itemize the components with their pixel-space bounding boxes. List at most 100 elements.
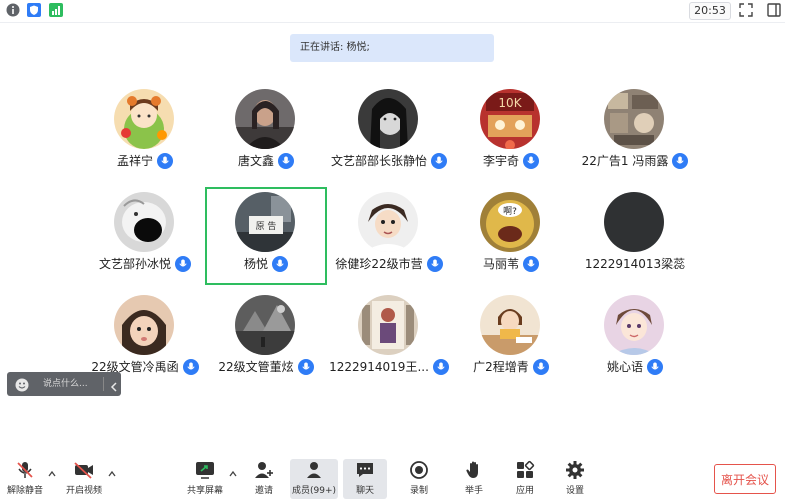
red-poster-avatar: 10K <box>480 89 540 149</box>
participant-name: 1222914013梁蕊 <box>584 257 686 271</box>
add-user-icon <box>252 459 276 481</box>
unmute-label: 解除静音 <box>6 486 43 496</box>
microphone-icon <box>278 152 294 169</box>
participant-name: 22广告1 冯雨露 <box>581 154 669 168</box>
participant-tile[interactable]: 22级文管董炫 <box>205 295 327 393</box>
participant-tile[interactable]: 孟祥宁 <box>84 89 206 187</box>
raise-hand-label: 举手 <box>464 486 483 496</box>
signal-icon[interactable] <box>49 3 63 17</box>
participant-tile[interactable]: 徐健珍22级市营 <box>328 192 450 290</box>
participant-tile-active-speaker[interactable]: 原 告 杨悦 <box>205 187 327 285</box>
settings-button[interactable]: 设置 <box>548 459 602 499</box>
participant-tile[interactable]: 姚心语 <box>574 295 696 393</box>
apps-grid-icon <box>513 459 537 481</box>
microphone-icon <box>431 152 447 169</box>
bw-portrait-avatar <box>358 89 418 149</box>
emoji-face-avatar: 啊? <box>480 192 540 252</box>
meme-face-avatar <box>114 192 174 252</box>
participant-tile[interactable]: 22广告1 冯雨露 <box>574 89 696 187</box>
chat-button[interactable]: 聊天 <box>343 459 387 499</box>
record-button[interactable]: 录制 <box>392 459 446 499</box>
sidebar-toggle-icon[interactable] <box>767 3 781 17</box>
gear-icon <box>563 459 587 481</box>
dark-avatar <box>604 192 664 252</box>
microphone-icon <box>647 358 663 375</box>
settings-label: 设置 <box>565 486 584 496</box>
invite-label: 邀请 <box>254 486 273 496</box>
participant-tile[interactable]: 1222914019王... <box>328 295 450 393</box>
cartoon-boy-avatar <box>358 192 418 252</box>
invite-button[interactable]: 邀请 <box>237 459 291 499</box>
svg-text:10K: 10K <box>498 96 522 110</box>
chat-label: 聊天 <box>355 486 374 496</box>
video-off-icon <box>72 459 96 481</box>
participant-name: 李宇奇 <box>482 154 519 168</box>
anime-avatar <box>604 295 664 355</box>
chevron-up-icon[interactable] <box>107 469 117 479</box>
microphone-icon <box>426 255 443 272</box>
meeting-toolbar: 解除静音 开启视频 共享屏幕 邀请 成员(99+) 聊天 录制 举手 应用 设置 <box>0 455 785 500</box>
participant-name: 孟祥宁 <box>116 154 153 168</box>
record-label: 录制 <box>409 486 428 496</box>
apps-label: 应用 <box>515 486 534 496</box>
start-video-label: 开启视频 <box>65 486 102 496</box>
microphone-icon <box>297 358 314 375</box>
speech-bubble-text: 啊? <box>503 206 517 217</box>
participant-tile[interactable]: 广2程增青 <box>450 295 572 393</box>
participant-tile[interactable]: 10K 李宇奇 <box>450 89 572 187</box>
participant-tile[interactable]: 1222914013梁蕊 <box>574 192 696 290</box>
chevron-up-icon[interactable] <box>47 469 57 479</box>
participant-name: 1222914019王... <box>329 360 429 374</box>
shield-icon[interactable] <box>27 3 41 17</box>
unmute-button[interactable]: 解除静音 <box>0 459 52 499</box>
participant-name: 22级文管董炫 <box>218 360 294 374</box>
start-video-button[interactable]: 开启视频 <box>57 459 111 499</box>
cartoon-desk-avatar <box>480 295 540 355</box>
emoji-icon[interactable] <box>15 377 29 396</box>
divider <box>103 377 104 391</box>
top-bar: 20:53 <box>0 0 785 23</box>
participant-name: 广2程增青 <box>473 360 529 374</box>
participant-name: 姚心语 <box>606 360 643 374</box>
collapse-chevron-icon[interactable] <box>109 378 119 397</box>
participant-tile[interactable]: 唐文鑫 <box>205 89 327 187</box>
chat-input[interactable]: 说点什么... <box>43 372 88 396</box>
raise-hand-button[interactable]: 举手 <box>447 459 501 499</box>
info-icon[interactable] <box>6 3 20 17</box>
collage-avatar <box>604 89 664 149</box>
microphone-icon <box>272 255 288 272</box>
participant-tile[interactable]: 文艺部孙冰悦 <box>84 192 206 290</box>
members-button[interactable]: 成员(99+) <box>290 459 338 499</box>
quick-chat-bar[interactable]: 说点什么... <box>7 372 121 396</box>
cartoon-girl-avatar <box>114 89 174 149</box>
participant-name: 杨悦 <box>243 257 268 271</box>
person-photo-avatar <box>235 89 295 149</box>
illustration-avatar <box>358 295 418 355</box>
share-screen-button[interactable]: 共享屏幕 <box>178 459 232 499</box>
record-icon <box>407 459 431 481</box>
participant-name: 徐健珍22级市营 <box>335 257 423 271</box>
members-label: 成员(99+) <box>291 486 337 496</box>
active-speaker-banner: 正在讲话: 杨悦; <box>290 34 494 62</box>
microphone-icon <box>523 152 539 169</box>
participant-name: 文艺部部长张静怡 <box>330 154 427 168</box>
leave-meeting-button[interactable]: 离开会议 <box>714 464 776 494</box>
sign-text: 原 告 <box>256 220 277 232</box>
participant-name: 唐文鑫 <box>237 154 274 168</box>
members-icon <box>302 459 326 481</box>
microphone-icon <box>182 358 199 375</box>
chat-bubble-icon <box>353 459 377 481</box>
participant-tile[interactable]: 文艺部部长张静怡 <box>328 89 450 187</box>
microphone-icon <box>157 152 173 169</box>
participant-name: 文艺部孙冰悦 <box>98 257 171 271</box>
apps-button[interactable]: 应用 <box>498 459 552 499</box>
sketch-avatar <box>235 295 295 355</box>
fullscreen-icon[interactable] <box>739 3 753 17</box>
share-screen-icon <box>193 459 217 481</box>
microphone-icon <box>523 255 539 272</box>
microphone-muted-icon <box>13 459 37 481</box>
hand-icon <box>462 459 486 481</box>
child-photo-avatar <box>114 295 174 355</box>
participant-tile[interactable]: 啊? 马丽苇 <box>450 192 572 290</box>
microphone-icon <box>532 358 549 375</box>
